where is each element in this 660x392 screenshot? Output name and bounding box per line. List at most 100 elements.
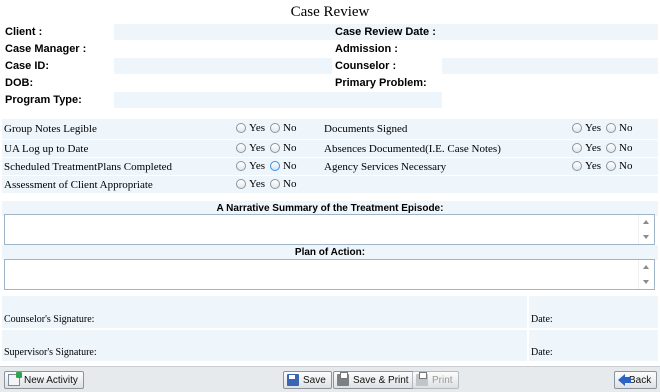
case-review-date-value — [442, 24, 658, 40]
radio-no-label: No — [283, 141, 297, 154]
radio-yes[interactable] — [236, 123, 246, 133]
radio-yes-label: Yes — [585, 159, 602, 172]
scroll-down-icon[interactable] — [643, 235, 649, 239]
admission-label: Admission : — [332, 41, 442, 57]
radio-no-label: No — [619, 141, 633, 154]
back-arrow-icon — [618, 374, 631, 386]
radio-yes-label: Yes — [249, 122, 266, 134]
empty-value — [442, 92, 658, 108]
radio-no-label: No — [619, 159, 633, 172]
radio-yes-label: Yes — [249, 177, 266, 190]
supervisor-date-label: Date: — [527, 329, 658, 363]
radio-no-label: No — [283, 122, 297, 134]
counselor-label: Counselor : — [332, 58, 442, 74]
print-label: Print — [432, 374, 453, 386]
client-info-table: Client : Case Review Date : Case Manager… — [2, 23, 658, 109]
radio-yes-label: Yes — [249, 159, 266, 172]
print-button[interactable]: Print — [412, 371, 459, 389]
radio-no[interactable] — [606, 123, 617, 133]
empty-check-label — [322, 176, 570, 193]
radio-yes[interactable] — [572, 160, 582, 171]
plan-scrollbar[interactable] — [638, 260, 654, 289]
radio-yes-label: Yes — [249, 141, 266, 154]
documents-signed-radios: Yes No — [570, 119, 658, 139]
program-type-value — [114, 92, 332, 108]
new-activity-icon — [8, 372, 22, 386]
signature-table: Counselor's Signature: Date: Supervisor'… — [2, 296, 658, 363]
radio-no[interactable] — [270, 160, 281, 171]
new-activity-button[interactable]: New Activity — [4, 371, 84, 389]
group-notes-legible-label: Group Notes Legible — [2, 119, 234, 139]
counselor-value — [442, 58, 658, 74]
radio-no[interactable] — [270, 123, 281, 133]
bottom-toolbar: New Activity Save Save & Print Print Bac… — [0, 366, 660, 392]
admission-value — [442, 41, 658, 57]
plan-of-action-textarea[interactable] — [4, 259, 655, 290]
save-label: Save — [303, 374, 326, 386]
counselor-signature-label: Counselor's Signature: — [2, 296, 528, 330]
client-label: Client : — [2, 24, 114, 40]
scroll-up-icon[interactable] — [643, 220, 649, 224]
scroll-up-icon[interactable] — [643, 265, 649, 269]
signature-row: Supervisor's Signature: Date: — [2, 329, 658, 363]
dob-label: DOB: — [2, 75, 114, 91]
info-row: DOB: Primary Problem: — [2, 75, 658, 91]
case-review-date-label: Case Review Date : — [332, 24, 442, 40]
ua-log-label: UA Log up to Date — [2, 140, 234, 157]
treatment-plans-label: Scheduled TreatmentPlans Completed — [2, 158, 234, 175]
info-row: Case Manager : Admission : — [2, 41, 658, 57]
radio-no[interactable] — [606, 142, 617, 153]
signature-row: Counselor's Signature: Date: — [2, 296, 658, 330]
radio-yes[interactable] — [572, 142, 582, 153]
agency-services-label: Agency Services Necessary — [322, 158, 570, 175]
supervisor-signature-label: Supervisor's Signature: — [2, 329, 528, 363]
documents-signed-label: Documents Signed — [322, 119, 570, 139]
radio-no-label: No — [283, 159, 297, 172]
info-row: Client : Case Review Date : — [2, 24, 658, 40]
radio-no[interactable] — [270, 142, 281, 153]
case-manager-value — [114, 41, 332, 57]
radio-no-label: No — [283, 177, 297, 190]
case-id-label: Case ID: — [2, 58, 114, 74]
checklist-row: Assessment of Client Appropriate Yes No — [2, 176, 658, 193]
assessment-label: Assessment of Client Appropriate — [2, 176, 234, 193]
page-title: Case Review — [290, 4, 370, 20]
case-id-value — [114, 58, 332, 74]
checklist-row: UA Log up to Date Yes No Absences Documen… — [2, 140, 658, 157]
plan-of-action-label: Plan of Action: — [2, 245, 658, 260]
scroll-down-icon[interactable] — [643, 280, 649, 284]
treatment-plans-radios: Yes No — [234, 158, 322, 175]
client-value — [114, 24, 332, 40]
dob-value — [114, 75, 332, 91]
absences-documented-radios: Yes No — [570, 140, 658, 157]
narrative-summary-textarea[interactable] — [4, 214, 655, 245]
primary-problem-value — [442, 75, 658, 91]
radio-yes[interactable] — [236, 178, 246, 189]
absences-documented-label: Absences Documented(I.E. Case Notes) — [322, 140, 570, 157]
radio-yes-label: Yes — [585, 141, 602, 154]
radio-yes[interactable] — [236, 142, 246, 153]
narrative-scrollbar[interactable] — [638, 215, 654, 244]
floppy-disk-icon — [287, 374, 299, 386]
checklist-row: Group Notes Legible Yes No Documents Sign… — [2, 119, 658, 139]
radio-no[interactable] — [270, 178, 281, 189]
case-manager-label: Case Manager : — [2, 41, 114, 57]
info-row: Program Type: — [2, 92, 658, 108]
save-button[interactable]: Save — [283, 371, 332, 389]
back-button[interactable]: Back — [614, 371, 658, 389]
info-row: Case ID: Counselor : — [2, 58, 658, 74]
checklist-row: Scheduled TreatmentPlans Completed Yes No… — [2, 158, 658, 175]
empty-label — [332, 92, 442, 108]
empty-check-radios — [570, 176, 658, 193]
radio-yes[interactable] — [572, 123, 582, 133]
printer-icon — [337, 372, 349, 386]
save-print-button[interactable]: Save & Print — [333, 371, 415, 389]
program-type-label: Program Type: — [2, 92, 114, 108]
save-print-label: Save & Print — [353, 374, 409, 386]
checklist-table: Group Notes Legible Yes No Documents Sign… — [2, 118, 658, 194]
printer-icon — [416, 372, 428, 386]
new-activity-label: New Activity — [24, 374, 78, 386]
radio-no[interactable] — [606, 160, 617, 171]
radio-yes[interactable] — [236, 160, 246, 171]
counselor-date-label: Date: — [527, 296, 658, 330]
